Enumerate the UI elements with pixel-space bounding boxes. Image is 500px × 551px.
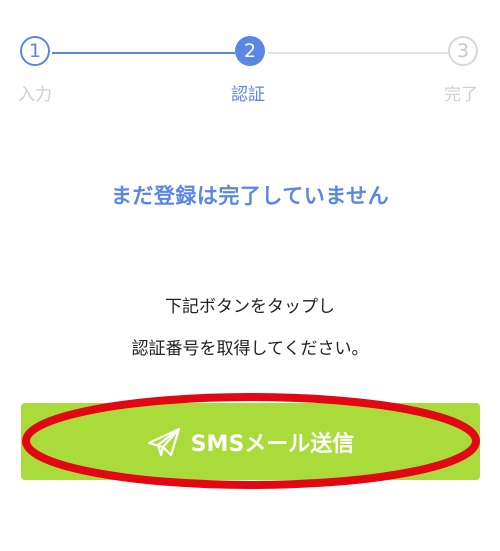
step-connector-done — [52, 52, 235, 54]
registration-incomplete-notice: まだ登録は完了していません — [110, 184, 390, 208]
instruction-line-2: 認証番号を取得してください。 — [131, 339, 369, 359]
step-1-label: 入力 — [18, 85, 52, 105]
step-3-circle: 3 — [448, 36, 478, 66]
step-2-circle: 2 — [235, 36, 265, 66]
step-3-label: 完了 — [444, 85, 478, 105]
step-2-label: 認証 — [231, 85, 265, 105]
step-1-circle: 1 — [20, 36, 50, 66]
send-sms-button[interactable]: SMSメール送信 — [21, 403, 480, 480]
progress-stepper: 1 2 3 入力 認証 完了 — [0, 0, 500, 110]
step-connector-pending — [268, 52, 449, 54]
paper-plane-icon — [147, 427, 180, 456]
send-sms-label: SMSメール送信 — [190, 431, 355, 457]
instruction-line-1: 下記ボタンをタップし — [165, 297, 335, 317]
